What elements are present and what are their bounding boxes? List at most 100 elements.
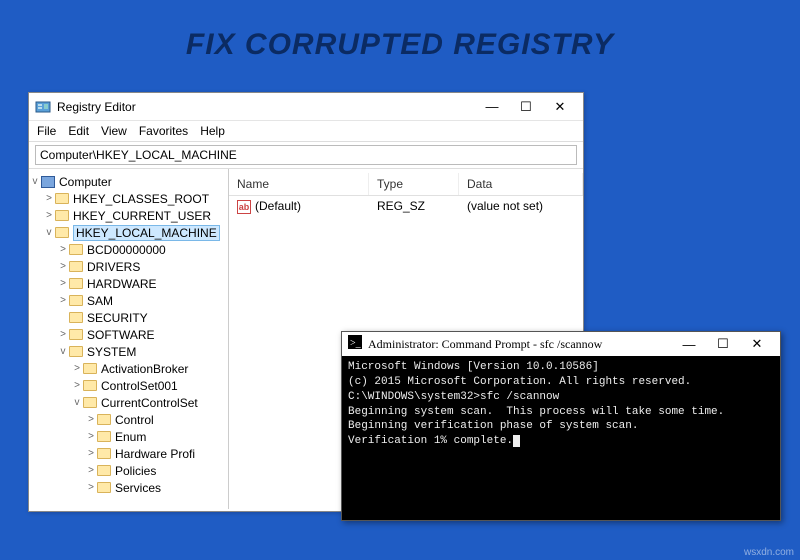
value-data: (value not set)	[459, 196, 583, 217]
tree-node-label: SYSTEM	[87, 345, 136, 359]
cmd-app-icon: >_	[348, 335, 362, 353]
folder-icon	[69, 312, 83, 323]
minimize-button[interactable]: —	[672, 333, 706, 355]
tree-node[interactable]: > Enum	[29, 428, 228, 445]
regedit-titlebar[interactable]: Registry Editor — ☐ ✕	[29, 93, 583, 121]
chevron-right-icon[interactable]: >	[71, 380, 83, 391]
maximize-button[interactable]: ☐	[706, 333, 740, 355]
tree-node[interactable]: > HKEY_CURRENT_USER	[29, 207, 228, 224]
tree-node[interactable]: >ActivationBroker	[29, 360, 228, 377]
tree-node[interactable]: > HARDWARE	[29, 275, 228, 292]
tree-node[interactable]: SECURITY	[29, 309, 228, 326]
cmd-line: Beginning system scan. This process will…	[348, 405, 774, 420]
tree-node-label: Hardware Profi	[115, 447, 195, 461]
tree-node[interactable]: v SYSTEM	[29, 343, 228, 360]
list-header: Name Type Data	[229, 173, 583, 196]
cmd-title: Administrator: Command Prompt - sfc /sca…	[368, 337, 672, 352]
tree-node[interactable]: >BCD00000000	[29, 241, 228, 258]
tree-node[interactable]: v HKEY_LOCAL_MACHINE	[29, 224, 228, 241]
chevron-right-icon[interactable]: >	[85, 465, 97, 476]
folder-icon	[69, 244, 83, 255]
regedit-address-bar	[29, 142, 583, 169]
regedit-title: Registry Editor	[57, 100, 475, 114]
registry-tree[interactable]: vComputer > HKEY_CLASSES_ROOT > HKEY_CURRENT…	[29, 169, 229, 509]
menu-favorites[interactable]: Favorites	[139, 124, 188, 138]
folder-icon	[55, 210, 69, 221]
chevron-right-icon[interactable]: >	[85, 482, 97, 493]
tree-node[interactable]: > ControlSet001	[29, 377, 228, 394]
chevron-right-icon[interactable]: >	[85, 448, 97, 459]
tree-node-label: HARDWARE	[87, 277, 157, 291]
chevron-right-icon[interactable]: >	[85, 414, 97, 425]
command-prompt-window: >_ Administrator: Command Prompt - sfc /…	[341, 331, 781, 521]
tree-node-label: SOFTWARE	[87, 328, 155, 342]
close-button[interactable]: ✕	[740, 333, 774, 355]
tree-node[interactable]: v CurrentControlSet	[29, 394, 228, 411]
tree-node[interactable]: > SOFTWARE	[29, 326, 228, 343]
menu-edit[interactable]: Edit	[68, 124, 89, 138]
folder-icon	[69, 278, 83, 289]
menu-file[interactable]: File	[37, 124, 56, 138]
tree-node-label: HKEY_CURRENT_USER	[73, 209, 211, 223]
folder-icon	[69, 346, 83, 357]
regedit-address-input[interactable]	[35, 145, 577, 165]
folder-icon	[83, 363, 97, 374]
chevron-right-icon[interactable]: >	[57, 244, 69, 255]
tree-node-label: Services	[115, 481, 161, 495]
folder-icon	[69, 295, 83, 306]
chevron-down-icon[interactable]: v	[71, 397, 83, 408]
tree-node-label: SECURITY	[87, 311, 148, 325]
menu-view[interactable]: View	[101, 124, 127, 138]
col-type[interactable]: Type	[369, 173, 459, 195]
tree-node[interactable]: > SAM	[29, 292, 228, 309]
tree-node[interactable]: > HKEY_CLASSES_ROOT	[29, 190, 228, 207]
folder-icon	[83, 380, 97, 391]
chevron-right-icon[interactable]: >	[57, 261, 69, 272]
tree-node-label: HKEY_CLASSES_ROOT	[73, 192, 209, 206]
list-item[interactable]: ab(Default) REG_SZ (value not set)	[229, 196, 583, 217]
folder-icon	[97, 431, 111, 442]
chevron-right-icon[interactable]: >	[71, 363, 83, 374]
chevron-right-icon[interactable]: >	[85, 431, 97, 442]
chevron-down-icon[interactable]: v	[57, 346, 69, 357]
close-button[interactable]: ✕	[543, 96, 577, 118]
maximize-button[interactable]: ☐	[509, 96, 543, 118]
tree-node-label: Control	[115, 413, 154, 427]
chevron-right-icon[interactable]: >	[57, 329, 69, 340]
cmd-line: (c) 2015 Microsoft Corporation. All righ…	[348, 375, 774, 390]
tree-node[interactable]: >DRIVERS	[29, 258, 228, 275]
minimize-button[interactable]: —	[475, 96, 509, 118]
watermark: wsxdn.com	[744, 547, 794, 558]
page-title: FIX CORRUPTED REGISTRY	[0, 0, 800, 62]
tree-node-label: SAM	[87, 294, 113, 308]
tree-node[interactable]: > Control	[29, 411, 228, 428]
tree-node[interactable]: > Hardware Profi	[29, 445, 228, 462]
chevron-down-icon[interactable]: v	[43, 227, 55, 238]
tree-node[interactable]: > Policies	[29, 462, 228, 479]
folder-icon	[97, 482, 111, 493]
col-data[interactable]: Data	[459, 173, 583, 195]
tree-node-label: Enum	[115, 430, 146, 444]
col-name[interactable]: Name	[229, 173, 369, 195]
value-name: ab(Default)	[229, 196, 369, 217]
cmd-line: Verification 1% complete.	[348, 434, 774, 449]
cmd-titlebar[interactable]: >_ Administrator: Command Prompt - sfc /…	[342, 332, 780, 356]
chevron-down-icon[interactable]: v	[29, 176, 41, 187]
folder-icon	[97, 465, 111, 476]
chevron-right-icon[interactable]: >	[43, 210, 55, 221]
chevron-right-icon[interactable]: >	[57, 278, 69, 289]
tree-node-label: CurrentControlSet	[101, 396, 198, 410]
folder-icon	[55, 227, 69, 238]
tree-node-label: HKEY_LOCAL_MACHINE	[73, 225, 220, 241]
menu-help[interactable]: Help	[200, 124, 225, 138]
regedit-menubar: File Edit View Favorites Help	[29, 121, 583, 142]
chevron-right-icon[interactable]: >	[43, 193, 55, 204]
tree-node[interactable]: > Services	[29, 479, 228, 496]
tree-node-label: Policies	[115, 464, 156, 478]
chevron-right-icon[interactable]: >	[57, 295, 69, 306]
tree-node-label: ControlSet001	[101, 379, 178, 393]
folder-icon	[83, 397, 97, 408]
folder-icon	[69, 261, 83, 272]
cmd-output[interactable]: Microsoft Windows [Version 10.0.10586](c…	[342, 356, 780, 453]
tree-node[interactable]: vComputer	[29, 173, 228, 190]
